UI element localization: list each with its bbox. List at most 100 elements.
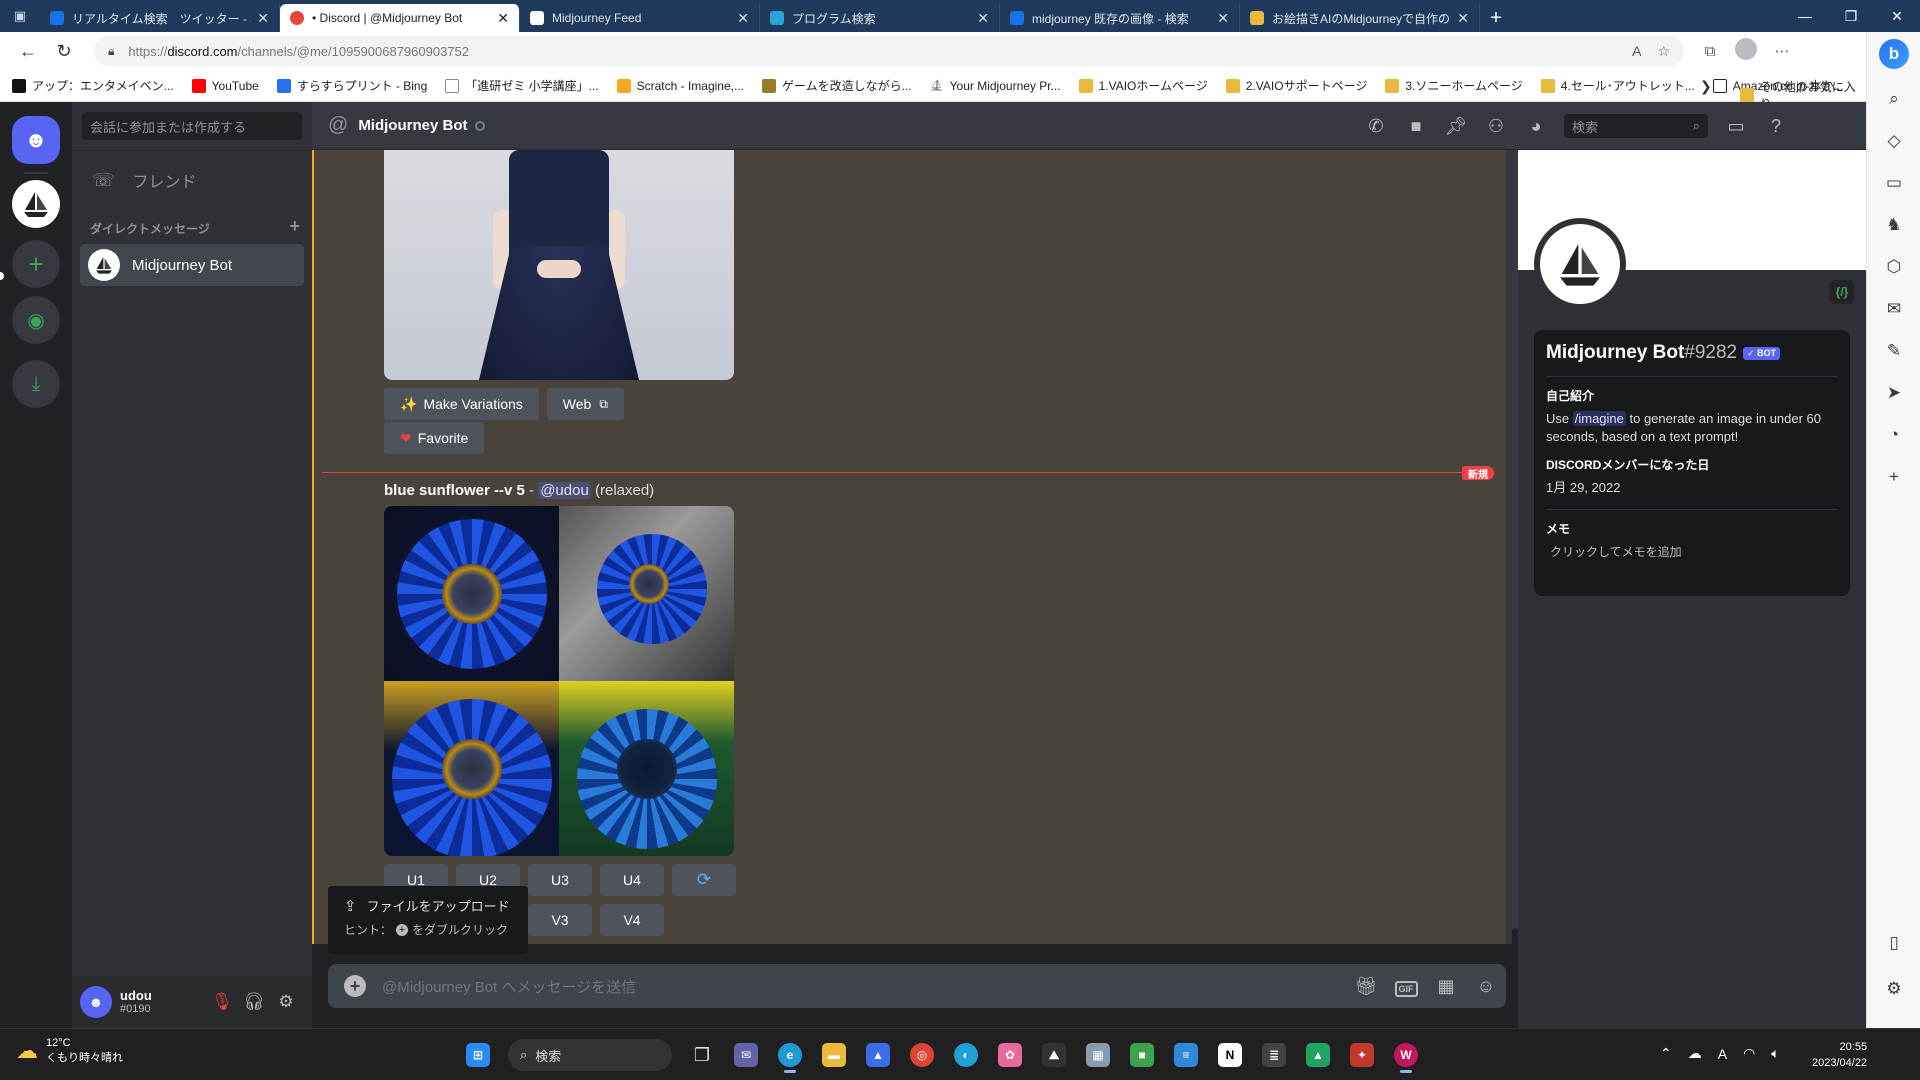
bookmark-item[interactable]: 「進研ゼミ 小学講座」...	[445, 77, 599, 94]
bookmark-folder[interactable]: 3.ソニーホームページ	[1385, 77, 1523, 94]
minecraft-icon[interactable]: ■	[1120, 1037, 1164, 1073]
close-icon[interactable]: ✕	[1457, 10, 1469, 27]
compass-icon[interactable]: ◉	[12, 296, 60, 344]
web-button[interactable]: Web ⧉	[546, 388, 624, 420]
office-icon[interactable]: ⬡	[1867, 246, 1920, 288]
midjourney-server-icon[interactable]	[12, 180, 60, 228]
chevron-up-icon[interactable]: ⌃	[1660, 1045, 1672, 1062]
reroll-button[interactable]: ⟳	[672, 864, 736, 896]
app-w-icon[interactable]: W	[1384, 1037, 1428, 1073]
browser-tab-4[interactable]: midjourney 既存の画像 - 検索 ✕	[1000, 4, 1240, 32]
outlook-icon[interactable]: ✉	[1867, 288, 1920, 330]
inbox-icon[interactable]: ▭	[1716, 116, 1756, 137]
create-dm-icon[interactable]: +	[289, 217, 300, 237]
video-call-icon[interactable]: ■	[1396, 116, 1436, 137]
flower-image-4[interactable]	[559, 681, 734, 856]
gif-icon[interactable]: GIF	[1386, 976, 1426, 997]
chevron-right-icon[interactable]: ❯	[1700, 78, 1712, 95]
message-list[interactable]: ✨ Make Variations Web ⧉ ❤ Favorite 新規 bl…	[312, 150, 1518, 944]
variation-button-v4[interactable]: V4	[600, 904, 664, 936]
variation-button-v3[interactable]: V3	[528, 904, 592, 936]
browser-tab-2[interactable]: Midjourney Feed ✕	[520, 4, 760, 32]
bookmark-item[interactable]: ⛵︎ Your Midjourney Pr...	[929, 78, 1061, 93]
send-icon[interactable]: ➤	[1867, 372, 1920, 414]
minimize-icon[interactable]: —	[1782, 0, 1828, 32]
user-mention[interactable]: @udou	[538, 482, 591, 499]
url-field[interactable]: 🔒︎ https://discord.com/channels/@me/1095…	[94, 36, 1684, 66]
restore-icon[interactable]: ❐	[1828, 0, 1874, 32]
upscale-button-u4[interactable]: U4	[600, 864, 664, 896]
flower-image-3[interactable]	[384, 681, 559, 856]
ime-icon[interactable]: A	[1718, 1046, 1727, 1062]
calculator-icon[interactable]: ▦	[1076, 1037, 1120, 1073]
browser-tab-5[interactable]: お絵描きAIのMidjourneyで自作の ✕	[1240, 4, 1480, 32]
add-friend-icon[interactable]: ⚇	[1476, 116, 1516, 137]
favorite-star-icon[interactable]: ☆	[1657, 43, 1670, 60]
download-icon[interactable]: ⤓	[12, 360, 60, 408]
google-drive-icon[interactable]: ▲	[1296, 1037, 1340, 1073]
notepad-icon[interactable]: ≡	[1164, 1037, 1208, 1073]
settings-gear-icon[interactable]: ⚙	[270, 992, 302, 1012]
search-icon[interactable]: ⌕	[1867, 78, 1920, 120]
paint-icon[interactable]: ✿	[988, 1037, 1032, 1073]
start-windows-icon[interactable]: ⊞	[456, 1037, 500, 1073]
tab-actions-icon[interactable]: ▣	[0, 0, 40, 32]
image-grid[interactable]	[384, 506, 734, 856]
news-icon[interactable]: ≣	[1252, 1037, 1296, 1073]
browser-tab-3[interactable]: プログラム検索 ✕	[760, 4, 1000, 32]
profile-avatar-icon[interactable]	[1728, 38, 1764, 64]
bookmark-item[interactable]: アップ：エンタメイベン...	[12, 77, 174, 94]
close-icon[interactable]: ✕	[257, 10, 269, 27]
pin-icon[interactable]: 📌︎	[1436, 116, 1476, 137]
bookmark-folder[interactable]: 2.VAIOサポートページ	[1225, 77, 1367, 94]
voice-call-icon[interactable]: ✆	[1356, 116, 1396, 137]
volume-icon[interactable]: 🔈︎	[1771, 1045, 1779, 1062]
settings-gear-icon[interactable]: ⚙	[1867, 968, 1920, 1010]
more-menu-icon[interactable]: ⋯	[1764, 42, 1800, 60]
maps-icon[interactable]: ◐	[944, 1037, 988, 1073]
profile-avatar[interactable]	[1534, 218, 1626, 310]
bing-chat-icon[interactable]: b	[1867, 32, 1920, 76]
upscale-button-u3[interactable]: U3	[528, 864, 592, 896]
toolbox-icon[interactable]: ▭	[1867, 162, 1920, 204]
user-profile-icon[interactable]: ◕	[1516, 116, 1556, 137]
reload-icon[interactable]: ↻	[46, 35, 82, 67]
favorite-button[interactable]: ❤ Favorite	[384, 422, 485, 454]
chat-icon[interactable]: ✉	[724, 1037, 768, 1073]
flower-image-2[interactable]	[559, 506, 734, 681]
sidebar-toggle-icon[interactable]: ▯	[1867, 922, 1920, 964]
wifi-icon[interactable]: ◠	[1743, 1045, 1755, 1062]
close-icon[interactable]: ✕	[1217, 10, 1229, 27]
dm-search-input[interactable]: 会話に参加または作成する	[82, 112, 302, 140]
bookmark-item[interactable]: YouTube	[191, 78, 259, 93]
bookmark-item[interactable]: ゲームを改造しながら...	[761, 77, 912, 94]
weather-widget[interactable]: ☁ 12°C くもり時々晴れ	[16, 1037, 123, 1065]
collections-icon[interactable]: ⧉	[1692, 43, 1728, 60]
slash-commands-badge-icon[interactable]: {/}	[1830, 280, 1854, 304]
attach-plus-icon[interactable]: +	[344, 975, 366, 997]
message-input[interactable]: @Midjourney Bot へメッセージを送信	[382, 976, 1346, 997]
flower-image-1[interactable]	[384, 506, 559, 681]
imagine-command[interactable]: /imagine	[1572, 411, 1626, 426]
make-variations-button[interactable]: ✨ Make Variations	[384, 388, 539, 420]
upload-title[interactable]: ファイルをアップロード	[367, 896, 510, 915]
notion-icon[interactable]: N	[1208, 1037, 1252, 1073]
emoji-icon[interactable]: ☺	[1466, 976, 1506, 997]
browser-tab-1[interactable]: • Discord | @Midjourney Bot ✕	[280, 4, 520, 32]
drop-icon[interactable]: ◔	[1867, 414, 1920, 456]
help-icon[interactable]: ?	[1756, 116, 1796, 137]
new-tab-button[interactable]: +	[1480, 4, 1512, 32]
bookmark-folder[interactable]: 4.セール･アウトレット...	[1540, 77, 1695, 94]
copilot-icon[interactable]: ▲	[856, 1037, 900, 1073]
close-icon[interactable]: ✕	[497, 10, 509, 27]
add-icon[interactable]: +	[1867, 456, 1920, 498]
chrome-icon[interactable]: ◎	[900, 1037, 944, 1073]
message-composer[interactable]: + @Midjourney Bot へメッセージを送信 🎁︎ GIF ▦ ☺	[328, 964, 1506, 1008]
memo-input[interactable]: クリックしてメモを追加	[1546, 543, 1838, 560]
gift-icon[interactable]: 🎁︎	[1346, 976, 1386, 997]
bookmark-folder[interactable]: 1.VAIOホームページ	[1078, 77, 1208, 94]
onedrive-cloud-icon[interactable]: ☁	[1688, 1045, 1702, 1062]
file-explorer-icon[interactable]: ▬	[812, 1037, 856, 1073]
tag-icon[interactable]: ◇	[1867, 120, 1920, 162]
close-icon[interactable]: ✕	[977, 10, 989, 27]
